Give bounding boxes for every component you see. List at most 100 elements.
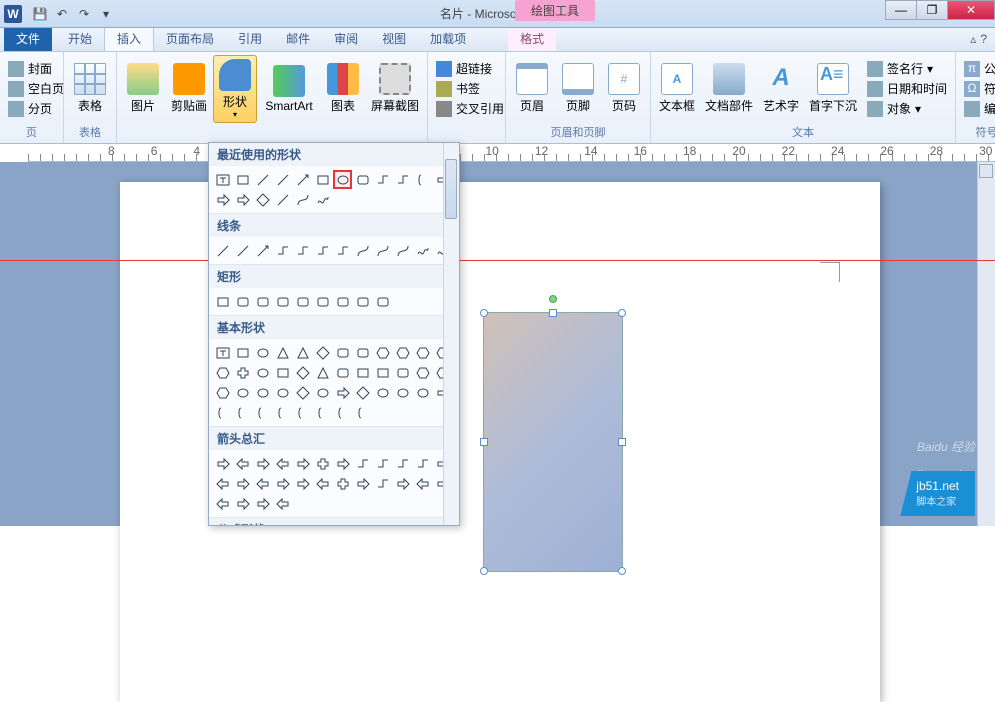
shape-item[interactable]: [213, 494, 232, 513]
rotate-handle[interactable]: [549, 295, 557, 303]
shape-item[interactable]: [273, 292, 292, 311]
textbox-button[interactable]: A文本框: [655, 55, 699, 123]
shape-item[interactable]: [353, 363, 372, 382]
clipart-button[interactable]: 剪贴画: [167, 55, 211, 123]
shape-item[interactable]: [313, 454, 332, 473]
wordart-button[interactable]: A艺术字: [759, 55, 803, 123]
shape-item[interactable]: [253, 363, 272, 382]
shape-item[interactable]: [293, 454, 312, 473]
shape-item[interactable]: [413, 474, 432, 493]
shape-item[interactable]: [253, 403, 272, 422]
shape-item[interactable]: [373, 363, 392, 382]
shapes-button[interactable]: 形状▾: [213, 55, 257, 123]
shape-item[interactable]: [233, 383, 252, 402]
shape-item[interactable]: [413, 454, 432, 473]
shape-item[interactable]: [353, 403, 372, 422]
shape-item[interactable]: [313, 343, 332, 362]
smartart-button[interactable]: SmartArt: [259, 55, 319, 123]
horizontal-ruler[interactable]: 8642246810121416182022242628303234363840…: [28, 144, 995, 162]
help-icon[interactable]: ?: [980, 32, 987, 46]
shape-item[interactable]: [233, 170, 252, 189]
tab-view[interactable]: 视图: [370, 26, 418, 51]
shape-item[interactable]: [273, 190, 292, 209]
dropcap-button[interactable]: A≡首字下沉: [805, 55, 861, 123]
shape-item[interactable]: [213, 363, 232, 382]
shape-item[interactable]: [393, 383, 412, 402]
shape-item[interactable]: [273, 454, 292, 473]
shape-item[interactable]: [413, 241, 432, 260]
resize-handle-e[interactable]: [618, 438, 626, 446]
shape-item[interactable]: [333, 343, 352, 362]
shape-item[interactable]: [393, 170, 412, 189]
shape-item[interactable]: [293, 190, 312, 209]
shape-item[interactable]: [233, 363, 252, 382]
shape-item[interactable]: [213, 170, 232, 189]
shape-item[interactable]: [313, 403, 332, 422]
shape-item[interactable]: [273, 403, 292, 422]
resize-handle-w[interactable]: [480, 438, 488, 446]
shape-item[interactable]: [313, 363, 332, 382]
shape-item[interactable]: [333, 363, 352, 382]
shape-item[interactable]: [413, 383, 432, 402]
shape-item[interactable]: [353, 383, 372, 402]
shape-item[interactable]: [233, 292, 252, 311]
header-button[interactable]: 页眉: [510, 55, 554, 123]
shape-item[interactable]: [253, 241, 272, 260]
hyperlink-button[interactable]: 超链接: [432, 59, 508, 78]
shape-item[interactable]: [253, 292, 272, 311]
table-button[interactable]: 表格: [68, 55, 112, 123]
shape-item[interactable]: [293, 363, 312, 382]
maximize-button[interactable]: ❐: [916, 0, 948, 20]
shape-item[interactable]: [293, 343, 312, 362]
qat-save[interactable]: 💾: [30, 4, 50, 24]
shape-item[interactable]: [213, 454, 232, 473]
footer-button[interactable]: 页脚: [556, 55, 600, 123]
cover-page-button[interactable]: 封面: [4, 59, 68, 78]
object-button[interactable]: 对象 ▾: [863, 99, 951, 118]
shape-item[interactable]: [313, 241, 332, 260]
shape-item[interactable]: [273, 383, 292, 402]
shape-item[interactable]: [213, 403, 232, 422]
shape-item[interactable]: [233, 454, 252, 473]
shape-item[interactable]: [313, 474, 332, 493]
close-button[interactable]: ✕: [947, 0, 995, 20]
equation-button[interactable]: π公式 ▾: [960, 59, 995, 78]
menu-scrollbar[interactable]: [443, 143, 459, 525]
tab-insert[interactable]: 插入: [104, 25, 154, 51]
shape-item[interactable]: [273, 343, 292, 362]
shape-item[interactable]: [393, 474, 412, 493]
shape-item[interactable]: [353, 343, 372, 362]
shape-item[interactable]: [353, 454, 372, 473]
shape-item[interactable]: [273, 494, 292, 513]
shape-item[interactable]: [253, 494, 272, 513]
scrollbar-thumb[interactable]: [445, 159, 457, 219]
shape-item[interactable]: [333, 292, 352, 311]
selected-shape[interactable]: [483, 312, 623, 572]
tab-home[interactable]: 开始: [56, 26, 104, 51]
shape-item[interactable]: [353, 292, 372, 311]
resize-handle-sw[interactable]: [480, 567, 488, 575]
tab-mailings[interactable]: 邮件: [274, 26, 322, 51]
shape-item[interactable]: [293, 170, 312, 189]
shape-item[interactable]: [333, 403, 352, 422]
shape-item[interactable]: [233, 343, 252, 362]
shape-item[interactable]: [373, 241, 392, 260]
shape-item[interactable]: [373, 454, 392, 473]
signature-button[interactable]: 签名行 ▾: [863, 59, 951, 78]
shape-item[interactable]: [373, 170, 392, 189]
resize-handle-nw[interactable]: [480, 309, 488, 317]
shape-item[interactable]: [373, 474, 392, 493]
shape-item[interactable]: [333, 454, 352, 473]
shape-item[interactable]: [313, 383, 332, 402]
shape-item[interactable]: [213, 190, 232, 209]
document-area[interactable]: [0, 162, 995, 526]
bookmark-button[interactable]: 书签: [432, 79, 508, 98]
shape-item[interactable]: [413, 363, 432, 382]
shape-item[interactable]: [213, 241, 232, 260]
shape-item[interactable]: [213, 383, 232, 402]
tab-format[interactable]: 格式: [508, 26, 556, 51]
picture-button[interactable]: 图片: [121, 55, 165, 123]
shape-item[interactable]: [233, 403, 252, 422]
pagenum-button[interactable]: #页码: [602, 55, 646, 123]
shape-item[interactable]: [273, 363, 292, 382]
